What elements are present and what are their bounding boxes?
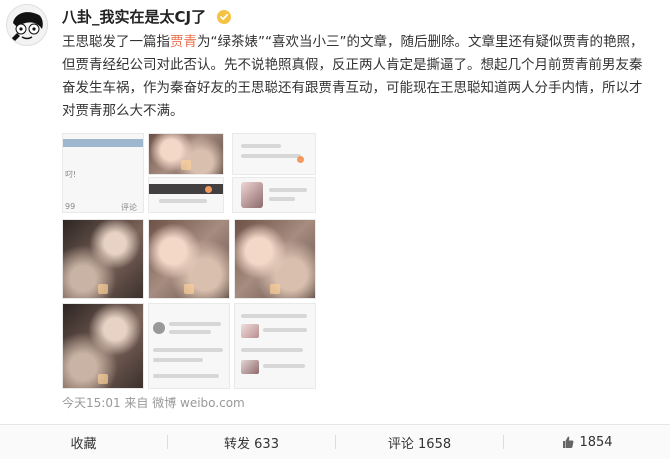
post-text-line-2: 但贾青经纪公司对此否认。先不说艳照真假，反正两人肯定是撕逼了。想起几个月前贾青前…: [62, 57, 643, 73]
screenshot-thumb: [241, 324, 259, 338]
image-tile-2[interactable]: [148, 133, 224, 175]
text-line: [269, 197, 295, 201]
text-line: [241, 314, 307, 318]
image-tile-5[interactable]: [232, 177, 316, 213]
comment-button[interactable]: 评论 1658: [336, 425, 503, 459]
text-line: [241, 144, 281, 148]
image-tile-8[interactable]: [234, 219, 316, 299]
hashtag-link[interactable]: 贾青: [170, 34, 197, 50]
text-line: [241, 348, 303, 352]
text-line: [153, 374, 219, 378]
weibo-post: 八卦_我实在是太CJ了 王思聪发了一篇指贾青为“绿茶婊”“喜欢当小三”的文章，随…: [0, 0, 670, 459]
text-line: [263, 328, 307, 332]
screenshot-text-1: 叼!: [65, 170, 77, 179]
post-text-line-4: 对贾青那么大不满。: [62, 103, 184, 119]
post-text-line-1: 王思聪发了一篇指贾青为“绿茶婊”“喜欢当小三”的文章，随后删除。文章里还有疑似贾…: [62, 31, 662, 54]
username[interactable]: 八卦_我实在是太CJ了: [62, 6, 232, 27]
post-text-line-3: 奋发生车祸，作为秦奋好友的王思聪还有跟贾青互动，可能现在王思聪知道两人分手内情，…: [62, 80, 643, 96]
text-line: [169, 330, 211, 334]
orange-dot-icon: [205, 186, 212, 193]
action-bar: 收藏 转发 633 评论 1658 1854: [0, 424, 670, 459]
thumbs-up-icon: [563, 436, 574, 448]
text-line: [153, 348, 223, 352]
post-text-part-1: 王思聪发了一篇指: [62, 34, 170, 50]
image-tile-10[interactable]: [148, 303, 230, 389]
username-text[interactable]: 八卦_我实在是太CJ了: [62, 8, 206, 26]
like-count: 1854: [579, 434, 613, 450]
image-tile-4[interactable]: [232, 133, 316, 175]
like-button[interactable]: 1854: [504, 425, 670, 459]
watermark-icon: [184, 284, 194, 294]
screenshot-text-2: 99: [65, 202, 76, 211]
collect-label: 收藏: [70, 436, 97, 452]
image-tile-7[interactable]: [148, 219, 230, 299]
image-tile-11[interactable]: [234, 303, 316, 389]
text-line: [269, 188, 307, 192]
screenshot-thumb: [241, 360, 259, 374]
watermark-icon: [98, 374, 108, 384]
image-tile-9[interactable]: [62, 303, 144, 389]
text-line: [241, 154, 301, 158]
verified-badge-icon: [217, 10, 232, 24]
repost-button[interactable]: 转发 633: [168, 425, 335, 459]
image-tile-1[interactable]: 叼! 99 评论: [62, 133, 144, 213]
profile-photo: [241, 182, 263, 208]
post-time-source[interactable]: 今天15:01 来自 微博 weibo.com: [62, 394, 245, 411]
screenshot-avatar: [153, 322, 165, 334]
text-line: [159, 199, 207, 203]
watermark-icon: [98, 284, 108, 294]
text-line: [169, 322, 221, 326]
watermark-icon: [181, 160, 191, 170]
comment-label: 评论 1658: [387, 436, 452, 452]
orange-dot-icon: [297, 156, 304, 163]
collect-button[interactable]: 收藏: [0, 425, 167, 459]
image-tile-6[interactable]: [62, 219, 144, 299]
post-text-part-1b: 为“绿茶婊”“喜欢当小三”的文章，随后删除。文章里还有疑似贾青的艳照，: [197, 34, 644, 50]
avatar[interactable]: [6, 4, 48, 46]
avatar-image: [7, 5, 47, 45]
screenshot-text-3: 评论: [121, 203, 137, 212]
image-tile-3[interactable]: [148, 177, 224, 213]
repost-label: 转发 633: [224, 436, 279, 452]
text-line: [153, 358, 203, 362]
screenshot-bar: [63, 139, 143, 147]
image-grid: 叼! 99 评论: [62, 133, 316, 389]
post-text: 王思聪发了一篇指贾青为“绿茶婊”“喜欢当小三”的文章，随后删除。文章里还有疑似贾…: [62, 31, 662, 123]
text-line: [263, 364, 305, 368]
watermark-icon: [270, 284, 280, 294]
